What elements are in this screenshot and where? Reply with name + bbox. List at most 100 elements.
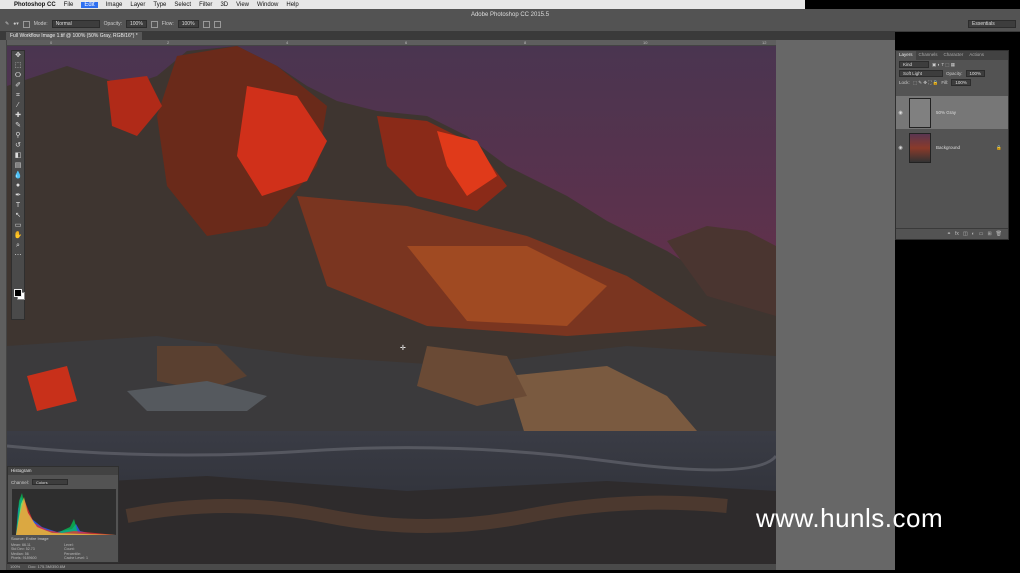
more-tools-icon[interactable]: ⋯ bbox=[12, 251, 24, 261]
airbrush-icon[interactable] bbox=[202, 20, 210, 28]
layer-row-50-gray[interactable]: ◉ 50% Gray bbox=[896, 96, 1008, 129]
menu-file[interactable]: File bbox=[64, 2, 74, 8]
ruler-tick: 8 bbox=[524, 40, 527, 45]
brush-tool-icon[interactable]: ✎ bbox=[5, 21, 9, 27]
histogram-stats: Mean: 66.11 Level: Std Dev: 52.73 Count:… bbox=[11, 543, 117, 561]
ruler-tick: 10 bbox=[643, 40, 648, 45]
eye-icon[interactable]: ◉ bbox=[896, 110, 905, 116]
pressure-size-icon[interactable] bbox=[213, 20, 221, 28]
menu-image[interactable]: Image bbox=[106, 2, 123, 8]
opacity-label: Opacity: bbox=[946, 71, 963, 76]
fill-label: Fill: bbox=[941, 80, 949, 85]
brush-tool-icon[interactable]: ✎ bbox=[12, 121, 24, 131]
tab-character[interactable]: Character bbox=[941, 51, 967, 60]
pen-tool-icon[interactable]: ✒ bbox=[12, 191, 24, 201]
crop-tool-icon[interactable]: ⌗ bbox=[12, 91, 24, 101]
layers-footer: ⚭ fx ◫ ◐ ▭ ⊞ 🗑 bbox=[896, 228, 1008, 239]
shape-tool-icon[interactable]: ▭ bbox=[12, 221, 24, 231]
eye-icon[interactable]: ◉ bbox=[896, 145, 905, 151]
gradient-tool-icon[interactable]: ▤ bbox=[12, 161, 24, 171]
blur-tool-icon[interactable]: 💧 bbox=[12, 171, 24, 181]
path-select-icon[interactable]: ↖ bbox=[12, 211, 24, 221]
menu-help[interactable]: Help bbox=[286, 2, 298, 8]
source-label: Source: bbox=[11, 536, 25, 541]
quick-select-tool-icon[interactable]: ✐ bbox=[12, 81, 24, 91]
mask-icon[interactable]: ◫ bbox=[963, 231, 968, 237]
pressure-opacity-icon[interactable] bbox=[150, 20, 158, 28]
clone-stamp-icon[interactable]: ⚲ bbox=[12, 131, 24, 141]
healing-brush-icon[interactable]: ✚ bbox=[12, 111, 24, 121]
channel-label: Channel: bbox=[11, 479, 30, 485]
menu-window[interactable]: Window bbox=[257, 2, 278, 8]
layer-thumbnail bbox=[909, 132, 931, 163]
histogram-title: Histogram bbox=[8, 467, 118, 475]
ruler-tick: 6 bbox=[405, 40, 408, 45]
opacity-field[interactable]: 100% bbox=[125, 20, 147, 28]
ruler-tick: 12 bbox=[762, 40, 767, 45]
menu-filter[interactable]: Filter bbox=[199, 2, 212, 8]
trash-icon[interactable]: 🗑 bbox=[996, 231, 1002, 237]
channel-select[interactable]: Colors bbox=[32, 479, 69, 485]
canvas-pasteboard bbox=[776, 40, 895, 570]
hand-tool-icon[interactable]: ✋ bbox=[12, 231, 24, 241]
menu-layer[interactable]: Layer bbox=[130, 2, 145, 8]
lock-label: Lock: bbox=[899, 80, 910, 85]
marquee-tool-icon[interactable]: ⬚ bbox=[12, 61, 24, 71]
move-tool-icon[interactable]: ✥ bbox=[12, 51, 24, 61]
workspace-select[interactable]: Essentials bbox=[968, 20, 1016, 28]
layers-panel: Layers Channels Character Actions Kind ▣… bbox=[895, 50, 1009, 240]
tools-panel: ✥ ⬚ ⵔ ✐ ⌗ ⁄ ✚ ✎ ⚲ ↺ ◧ ▤ 💧 ● ✒ T ↖ ▭ ✋ ⌕ … bbox=[11, 50, 25, 320]
ruler-tick: 2 bbox=[167, 40, 170, 45]
eraser-tool-icon[interactable]: ◧ bbox=[12, 151, 24, 161]
brush-preset-icon[interactable]: ●▾ bbox=[13, 21, 19, 27]
opacity-label: Opacity: bbox=[103, 21, 122, 27]
status-bar: 100% Doc: 175.3M/350.6M bbox=[7, 564, 776, 570]
menu-view[interactable]: View bbox=[236, 2, 249, 8]
layer-opacity-field[interactable]: 100% bbox=[965, 70, 986, 77]
source-value[interactable]: Entire Image bbox=[26, 536, 49, 541]
zoom-level[interactable]: 100% bbox=[10, 564, 20, 570]
type-tool-icon[interactable]: T bbox=[12, 201, 24, 211]
options-bar: Adobe Photoshop CC 2015.5 ✎ ●▾ Mode: Nor… bbox=[0, 9, 1020, 32]
ruler-left[interactable] bbox=[0, 40, 7, 570]
flow-field[interactable]: 100% bbox=[177, 20, 199, 28]
menu-type[interactable]: Type bbox=[153, 2, 166, 8]
history-brush-icon[interactable]: ↺ bbox=[12, 141, 24, 151]
tab-actions[interactable]: Actions bbox=[966, 51, 987, 60]
layer-name: Background bbox=[936, 145, 961, 150]
menu-3d[interactable]: 3D bbox=[220, 2, 228, 8]
dodge-tool-icon[interactable]: ● bbox=[12, 181, 24, 191]
ruler-tick: 0 bbox=[50, 40, 53, 45]
filter-icons[interactable]: ▣ ◐ T ⬚ ▦ bbox=[932, 62, 955, 68]
lasso-tool-icon[interactable]: ⵔ bbox=[12, 71, 24, 81]
foreground-color-swatch[interactable] bbox=[14, 289, 22, 297]
histogram-graph bbox=[12, 489, 116, 535]
eyedropper-tool-icon[interactable]: ⁄ bbox=[12, 101, 24, 111]
layer-name: 50% Gray bbox=[936, 110, 957, 115]
stat-pixels: Pixels: 9189600 bbox=[11, 556, 37, 561]
menu-edit[interactable]: Edit bbox=[81, 1, 98, 8]
new-layer-icon[interactable]: ⊞ bbox=[987, 231, 991, 237]
link-layers-icon[interactable]: ⚭ bbox=[947, 231, 951, 237]
menu-select[interactable]: Select bbox=[174, 2, 191, 8]
mode-select[interactable]: Normal bbox=[51, 20, 100, 28]
lock-icons[interactable]: ⬚ ✎ ✥ ⛶ 🔒 bbox=[913, 80, 939, 86]
tab-channels[interactable]: Channels bbox=[916, 51, 941, 60]
app-menu[interactable]: Photoshop CC bbox=[14, 2, 56, 8]
document-tab[interactable]: Full Workflow Image 1.tif @ 100% (50% Gr… bbox=[6, 32, 142, 40]
image-canvas[interactable]: ✛ bbox=[7, 46, 776, 564]
layer-filter-select[interactable]: Kind bbox=[899, 61, 929, 68]
mode-label: Mode: bbox=[33, 21, 48, 27]
adjustment-icon[interactable]: ◐ bbox=[972, 231, 975, 237]
landscape-photo bbox=[7, 46, 776, 564]
flow-label: Flow: bbox=[161, 21, 174, 27]
blend-mode-select[interactable]: Soft Light bbox=[899, 70, 943, 77]
ruler-tick: 4 bbox=[286, 40, 289, 45]
group-icon[interactable]: ▭ bbox=[979, 231, 984, 237]
layer-fill-field[interactable]: 100% bbox=[951, 79, 971, 86]
zoom-tool-icon[interactable]: ⌕ bbox=[12, 241, 24, 251]
brush-panel-icon[interactable] bbox=[22, 20, 30, 28]
fx-icon[interactable]: fx bbox=[955, 231, 959, 237]
layer-row-background[interactable]: ◉ Background 🔒 bbox=[896, 131, 1008, 164]
tab-layers[interactable]: Layers bbox=[896, 51, 916, 60]
